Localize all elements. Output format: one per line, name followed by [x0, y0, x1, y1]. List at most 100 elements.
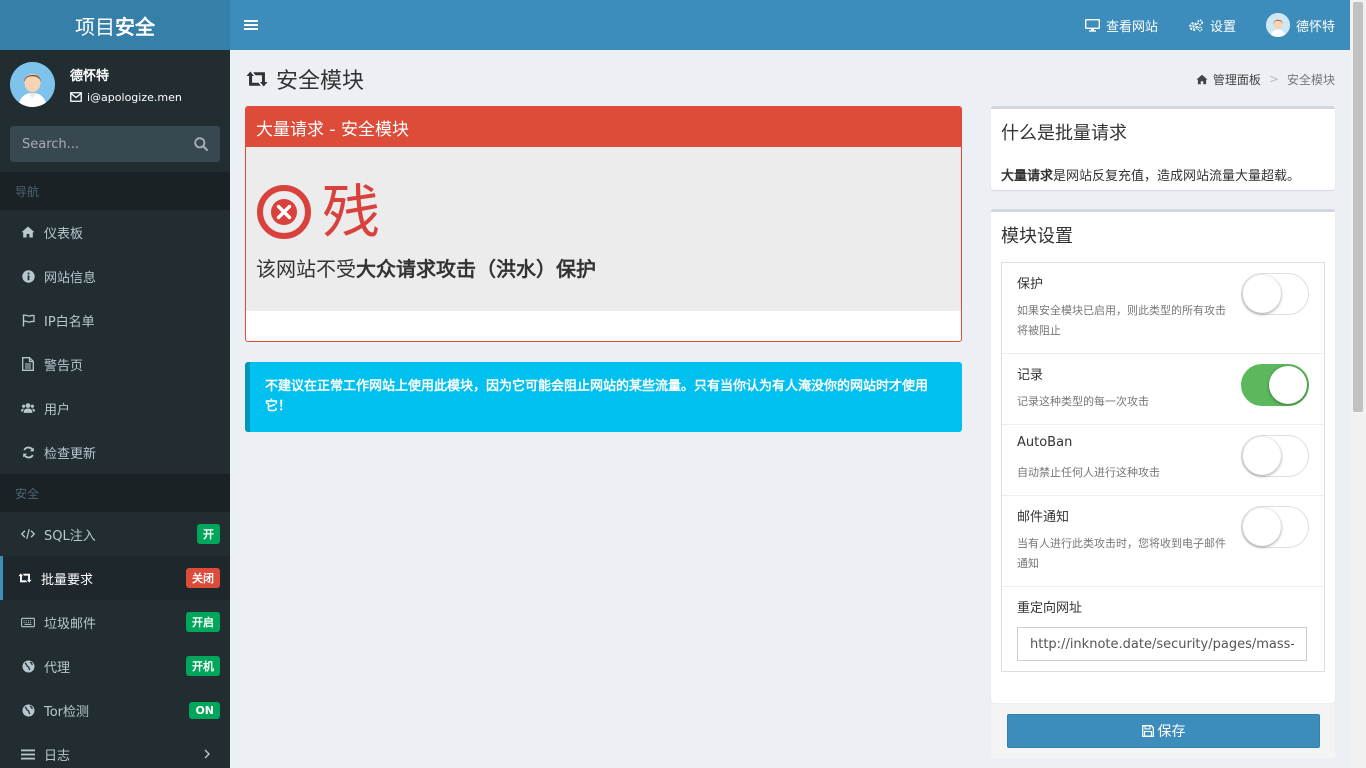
user-info: 德怀特 i@apologize.men [70, 65, 182, 104]
setting-label: AutoBan [1017, 435, 1073, 450]
users-icon [21, 401, 35, 415]
settings-list: 保护 如果安全模块已启用，则此类型的所有攻击将被阻止 记录 记录这种类型的每一次… [1001, 262, 1325, 672]
status-desc-bold: 大众请求攻击（洪水）保护 [356, 257, 596, 281]
setting-description: 自动禁止任何人进行这种攻击 [1017, 466, 1160, 479]
setting-row-logging: 记录 记录这种类型的每一次攻击 [1002, 354, 1324, 425]
setting-row-protection: 保护 如果安全模块已启用，则此类型的所有攻击将被阻止 [1002, 263, 1324, 354]
breadcrumb: 管理面板 > 安全模块 [1196, 71, 1335, 88]
sidebar-item-label: IP白名单 [44, 314, 95, 330]
menu-toggle-icon[interactable] [244, 20, 258, 30]
view-site-link[interactable]: 查看网站 [1070, 0, 1173, 50]
sidebar-item-label: 警告页 [44, 358, 84, 374]
save-button[interactable]: 保存 [1007, 714, 1320, 748]
status-badge: ON [189, 701, 220, 719]
sidebar-item-label: 网站信息 [44, 270, 97, 286]
status-row: 残 [256, 179, 951, 245]
navbar-user-name: 德怀特 [1295, 19, 1335, 35]
save-button-label: 保存 [1157, 724, 1186, 740]
sidebar-item-users[interactable]: 用户 [0, 386, 230, 430]
protection-toggle[interactable] [1241, 273, 1309, 315]
sidebar-search [10, 126, 220, 162]
setting-label: 记录 [1017, 368, 1044, 383]
status-desc-prefix: 该网站不受 [256, 257, 356, 281]
sidebar-item-label: 垃圾邮件 [44, 616, 97, 632]
sidebar-item-spam[interactable]: 垃圾邮件 开启 [0, 600, 230, 644]
settings-link[interactable]: 设置 [1173, 0, 1251, 50]
file-icon [21, 357, 35, 371]
status-box-header: 大量请求 - 安全模块 [246, 107, 961, 147]
floppy-disk-icon [1141, 725, 1154, 737]
logo-light-text: 项目 [75, 14, 115, 39]
user-panel: 德怀特 i@apologize.men [0, 50, 230, 118]
avatar-icon [10, 61, 55, 107]
retweet-icon [246, 71, 268, 87]
refresh-icon [21, 445, 35, 459]
callout-text: 不建议在正常工作网站上使用此模块，因为它可能会阻止网站的某些流量。只有当你认为有… [265, 379, 929, 414]
setting-label: 重定向网址 [1017, 601, 1083, 616]
home-icon [1196, 74, 1208, 84]
status-value: 残 [322, 178, 381, 246]
status-box-body: 残 该网站不受大众请求攻击（洪水）保护 [246, 147, 961, 311]
breadcrumb-separator: > [1268, 72, 1279, 86]
desktop-icon [1084, 18, 1100, 32]
sidebar-item-logs[interactable]: 日志 [0, 732, 230, 768]
retweet-icon [18, 571, 32, 585]
autoban-toggle[interactable] [1241, 435, 1309, 477]
breadcrumb-current: 安全模块 [1286, 72, 1335, 87]
scrollbar-thumb[interactable] [1353, 2, 1363, 412]
avatar [1265, 13, 1290, 37]
settings-footer: 保存 [991, 703, 1335, 758]
sidebar-item-warning-page[interactable]: 警告页 [0, 342, 230, 386]
logging-toggle[interactable] [1241, 364, 1309, 406]
sidebar-item-proxy[interactable]: 代理 开机 [0, 644, 230, 688]
status-badge: 开机 [186, 656, 220, 676]
code-icon [21, 527, 35, 541]
sidebar-item-label: Tor检测 [44, 704, 90, 720]
setting-description: 如果安全模块已启用，则此类型的所有攻击将被阻止 [1017, 304, 1226, 337]
sidebar-item-ip-whitelist[interactable]: IP白名单 [0, 298, 230, 342]
info-box: 什么是批量请求 大量请求是网站反复充值，造成网站流量大量超载。 [991, 106, 1335, 190]
sidebar-item-dashboard[interactable]: 仪表板 [0, 210, 230, 254]
sidebar-item-check-updates[interactable]: 检查更新 [0, 430, 230, 474]
nav-header-security: 安全 [0, 474, 230, 512]
user-email-row: i@apologize.men [70, 91, 182, 104]
page-scrollbar[interactable] [1350, 0, 1366, 768]
sidebar-item-tor-detection[interactable]: Tor检测 ON [0, 688, 230, 732]
search-icon[interactable] [194, 137, 208, 151]
setting-label: 邮件通知 [1017, 510, 1070, 525]
envelope-icon [70, 92, 82, 102]
info-icon [21, 269, 35, 283]
setting-row-redirect-url: 重定向网址 [1002, 587, 1324, 671]
top-navbar: 查看网站 设置 德怀特 [230, 0, 1350, 50]
content-header: 安全模块 管理面板 > 安全模块 [245, 62, 1335, 96]
redirect-url-input[interactable] [1017, 627, 1307, 661]
status-badge: 开启 [186, 612, 220, 632]
status-badge: 关闭 [186, 568, 220, 588]
setting-row-email-notification: 邮件通知 当有人进行此类攻击时，您将收到电子邮件通知 [1002, 496, 1324, 587]
sidebar-item-site-info[interactable]: 网站信息 [0, 254, 230, 298]
sidebar-item-sql-injection[interactable]: SQL注入 开 [0, 512, 230, 556]
info-box-description: 大量请求是网站反复充值，造成网站流量大量超载。 [991, 145, 1335, 184]
module-settings-box: 模块设置 保护 如果安全模块已启用，则此类型的所有攻击将被阻止 记录 记录这种类… [991, 209, 1335, 703]
sidebar-item-label: 批量要求 [41, 572, 94, 588]
status-description: 该网站不受大众请求攻击（洪水）保护 [256, 253, 951, 282]
view-site-label: 查看网站 [1105, 19, 1158, 35]
logo-bold-text: 安全 [115, 14, 155, 39]
sidebar-item-label: 用户 [44, 402, 71, 418]
setting-description: 记录这种类型的每一次攻击 [1017, 395, 1149, 408]
avatar-icon [1265, 13, 1290, 37]
sidebar-item-label: SQL注入 [44, 528, 96, 544]
keyboard-icon [21, 615, 35, 629]
search-input[interactable] [22, 136, 194, 152]
breadcrumb-home-link[interactable]: 管理面板 [1213, 71, 1261, 88]
sidebar-item-label: 日志 [44, 748, 71, 764]
email-notification-toggle[interactable] [1241, 506, 1309, 548]
app-logo[interactable]: 项目 安全 [0, 0, 230, 50]
warning-callout: 不建议在正常工作网站上使用此模块，因为它可能会阻止网站的某些流量。只有当你认为有… [245, 362, 962, 432]
sidebar-item-mass-requests[interactable]: 批量要求 关闭 [0, 556, 230, 600]
user-email: i@apologize.men [87, 90, 182, 104]
navbar-right: 查看网站 设置 德怀特 [1070, 0, 1350, 50]
sidebar-item-label: 检查更新 [44, 446, 97, 462]
globe-icon [21, 703, 35, 717]
user-menu[interactable]: 德怀特 [1251, 0, 1350, 50]
